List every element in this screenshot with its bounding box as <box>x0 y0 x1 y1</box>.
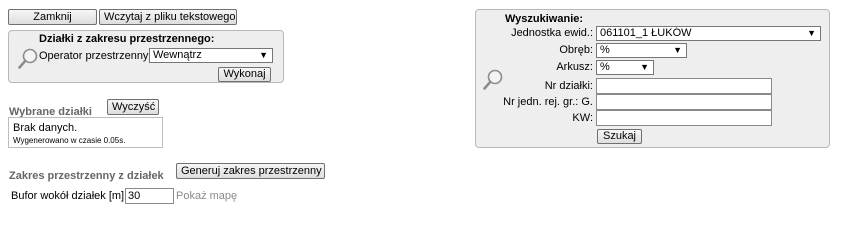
arkusz-label: Arkusz: <box>556 61 593 73</box>
search-title: Wyszukiwanie: <box>505 13 584 25</box>
generate-range-button[interactable]: Generuj zakres przestrzenny <box>176 163 325 179</box>
land-register-label: KW: <box>572 112 593 124</box>
obreb-label: Obręb: <box>559 44 593 56</box>
registration-unit-label: Nr jedn. rej. gr.: G. <box>503 96 593 108</box>
arkusz-select[interactable]: % ▼ <box>596 60 654 75</box>
dropdown-arrow-icon: ▼ <box>640 62 649 72</box>
buffer-label: Bufor wokół działek [m]: <box>11 190 128 202</box>
range-title: Zakres przestrzenny z działek <box>9 170 164 182</box>
buffer-input[interactable]: 30 <box>125 188 174 204</box>
search-button[interactable]: Szukaj <box>597 129 642 144</box>
load-from-text-file-button[interactable]: Wczytaj z pliku tekstowego <box>99 9 237 25</box>
land-register-input[interactable] <box>596 110 772 126</box>
selected-parcels-box: Brak danych. Wygenerowano w czasie 0.05s… <box>8 117 163 148</box>
generated-time-text: Wygenerowano w czasie 0.05s. <box>13 136 126 145</box>
close-button[interactable]: Zamknij <box>8 9 97 25</box>
execute-button[interactable]: Wykonaj <box>218 67 271 82</box>
spatial-query-panel: Działki z zakresu przestrzennego: Operat… <box>8 30 284 83</box>
spatial-panel-title: Działki z zakresu przestrzennego: <box>39 33 215 45</box>
no-data-text: Brak danych. <box>13 122 78 134</box>
arkusz-select-value: % <box>600 61 610 73</box>
show-map-link[interactable]: Pokaż mapę <box>176 190 237 202</box>
parcel-number-input[interactable] <box>596 78 772 94</box>
parcel-number-label: Nr działki: <box>544 80 593 92</box>
obreb-select[interactable]: % ▼ <box>596 43 687 58</box>
clear-button[interactable]: Wyczyść <box>107 99 159 115</box>
obreb-select-value: % <box>600 44 610 56</box>
dropdown-arrow-icon: ▼ <box>807 28 816 38</box>
unit-select[interactable]: 061101_1 ŁUKÓW ▼ <box>596 26 821 41</box>
operator-label: Operator przestrzenny: <box>39 50 152 62</box>
unit-label: Jednostka ewid.: <box>511 27 593 39</box>
magnifier-icon <box>482 68 506 95</box>
search-panel: Wyszukiwanie: Jednostka ewid.: 061101_1 … <box>475 9 830 148</box>
dropdown-arrow-icon: ▼ <box>673 45 682 55</box>
operator-select-value: Wewnątrz <box>153 49 202 61</box>
operator-select[interactable]: Wewnątrz ▼ <box>149 48 273 63</box>
dropdown-arrow-icon: ▼ <box>259 50 268 60</box>
unit-select-value: 061101_1 ŁUKÓW <box>600 27 692 39</box>
registration-unit-input[interactable] <box>596 94 772 110</box>
magnifier-icon <box>17 47 41 74</box>
